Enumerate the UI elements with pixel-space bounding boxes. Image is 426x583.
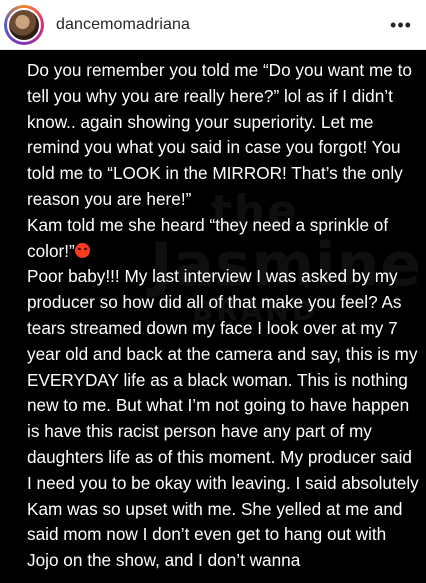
post-image[interactable]: the Jasmine BRAND Do you remember you to…: [0, 50, 426, 583]
profile-photo: [7, 7, 41, 42]
post-text: Do you remember you told me “Do you want…: [27, 58, 419, 574]
paragraph-3: Poor baby!!! My last interview I was ask…: [27, 266, 419, 571]
more-options-icon[interactable]: •••: [388, 12, 414, 38]
paragraph-1: Do you remember you told me “Do you want…: [27, 60, 412, 209]
angry-face-icon: [74, 242, 90, 258]
paragraph-2: Kam told me she heard “they need a sprin…: [27, 213, 419, 265]
post-header: dancemomadriana •••: [0, 0, 426, 50]
username[interactable]: dancemomadriana: [56, 16, 190, 34]
avatar[interactable]: [4, 4, 44, 45]
